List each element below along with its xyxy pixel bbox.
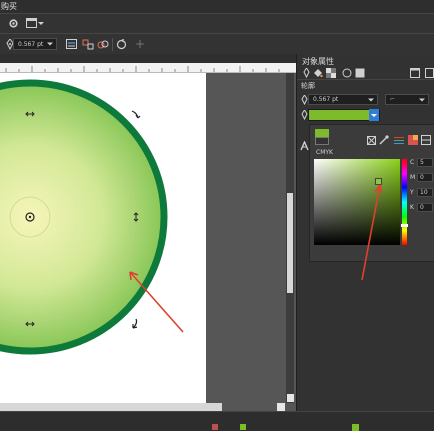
fill-swatch-icon[interactable]: [212, 424, 218, 430]
outline-tool-icon[interactable]: [298, 140, 310, 152]
panel-outline-width-dropdown[interactable]: 0.567 pt: [308, 94, 378, 105]
object-properties-panel: 对象属性 轮廓 0.567 pt ⌐ CMYK C 5 M 0 Y 10 K 0: [296, 54, 434, 411]
cmyk-input-y[interactable]: 10: [417, 188, 433, 197]
chevron-down-icon: [371, 114, 377, 117]
outline-width-value: 0.567 pt: [18, 40, 44, 48]
eyedropper-icon[interactable]: [378, 134, 390, 146]
current-color-swatch: [315, 129, 329, 137]
canvas-top-strip: [0, 54, 296, 63]
corner-style-icon: ⌐: [390, 96, 396, 103]
panel-outline-width-value: 0.567 pt: [313, 96, 339, 103]
circle-fill[interactable]: [0, 79, 168, 355]
panel-divider: [297, 79, 434, 80]
cmyk-input-m[interactable]: 0: [417, 173, 433, 182]
outline-section-label: 轮廓: [301, 82, 315, 90]
rotate-handle-bottom-right[interactable]: [132, 318, 138, 329]
color-picker-popup: CMYK C 5 M 0 Y 10 K 0: [309, 124, 434, 281]
circle-artwork: [0, 79, 184, 355]
color-swatch-icon[interactable]: [354, 67, 366, 79]
panel-tab-row: [297, 66, 434, 78]
cmyk-input-c[interactable]: 5: [417, 158, 433, 167]
cmyk-input-k[interactable]: 0: [417, 203, 433, 212]
vertical-scroll-thumb[interactable]: [287, 193, 293, 293]
color-palette-icon[interactable]: [407, 134, 419, 146]
transparency-icon[interactable]: [325, 67, 337, 79]
property-bar: 0.567 pt +: [0, 33, 434, 55]
outline-swatch-icon[interactable]: [240, 424, 246, 430]
add-plus-icon[interactable]: +: [134, 37, 146, 51]
cmyk-label-m: M: [410, 174, 416, 181]
window-layout-icon[interactable]: [25, 17, 37, 29]
chevron-down-icon: [47, 42, 53, 46]
hue-slider[interactable]: [402, 159, 407, 245]
color-mixer-icon[interactable]: [420, 134, 432, 146]
picker-annotation-arrow: [361, 184, 383, 281]
hue-slider-handle[interactable]: [401, 224, 408, 227]
status-bar: [0, 411, 434, 431]
rotate-handle-top-right[interactable]: [131, 110, 141, 119]
color-mode-label: CMYK: [316, 149, 333, 156]
settings-gear-icon[interactable]: [7, 17, 19, 29]
horizontal-ruler: [0, 63, 296, 73]
wrap-text-icon[interactable]: [82, 38, 94, 50]
corner-style-dropdown[interactable]: ⌐: [385, 94, 429, 105]
scroll-corner-icon[interactable]: [277, 403, 285, 411]
fill-bucket-icon[interactable]: [312, 67, 324, 79]
chevron-down-icon: [368, 98, 374, 101]
horizontal-scrollbar[interactable]: [0, 403, 222, 411]
cmyk-label-k: K: [410, 204, 414, 211]
canvas-area: [0, 54, 296, 411]
menu-item-purchase[interactable]: 购买: [1, 1, 17, 12]
outline-style-icon[interactable]: [65, 38, 77, 50]
outline-pen-icon[interactable]: [300, 67, 312, 79]
chevron-down-icon: [419, 98, 425, 101]
link-icon[interactable]: [97, 38, 109, 50]
vertical-scrollbar[interactable]: [286, 73, 294, 403]
outline-width-dropdown[interactable]: 0.567 pt: [13, 38, 57, 50]
menu-bar: 购买: [0, 0, 434, 13]
panel-window-icon[interactable]: [409, 67, 421, 79]
chevron-down-icon[interactable]: [38, 22, 44, 25]
new-color-swatch: [315, 137, 329, 145]
cmyk-label-c: C: [410, 159, 415, 166]
no-color-icon[interactable]: [365, 134, 377, 146]
panel-page-icon[interactable]: [423, 67, 434, 79]
toolbar-separator: [112, 38, 113, 51]
convert-icon[interactable]: [115, 38, 127, 50]
color-dropdown-button[interactable]: [369, 109, 379, 121]
cmyk-label-y: Y: [410, 189, 414, 196]
color-sliders-icon[interactable]: [393, 134, 405, 146]
shape-circle-icon[interactable]: [341, 67, 353, 79]
scroll-up-icon[interactable]: [287, 394, 294, 402]
standard-toolbar: [0, 13, 434, 33]
